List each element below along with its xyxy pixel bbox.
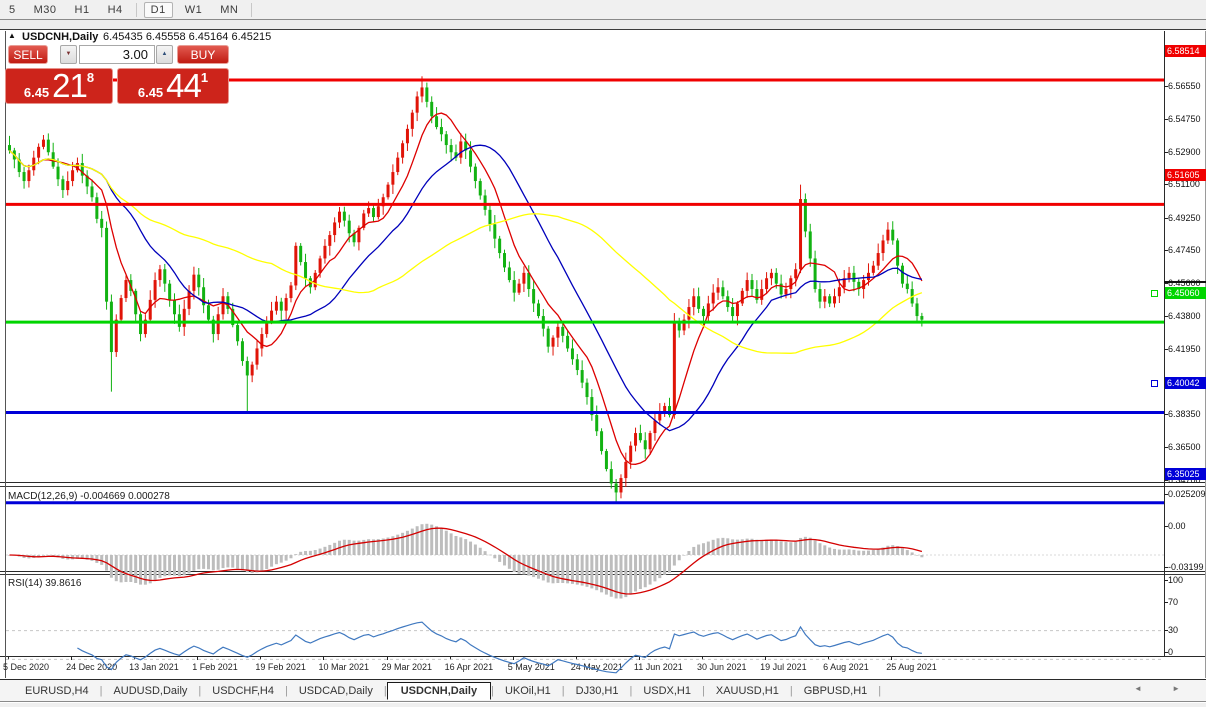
candlestick-plot[interactable]	[6, 72, 1164, 511]
tab-audusd-daily[interactable]: AUDUSD,Daily	[102, 683, 198, 699]
price-tick-label: 6.56550	[1168, 82, 1206, 91]
rsi-plot[interactable]	[6, 604, 1164, 684]
tab-usdchf-h4[interactable]: USDCHF,H4	[201, 683, 285, 699]
timeframe-button-w1[interactable]: W1	[179, 3, 209, 17]
volume-increase-button[interactable]: ▲	[156, 45, 173, 64]
price-tick-label: 6.43800	[1168, 312, 1206, 321]
buy-price-pips: 44	[166, 72, 201, 100]
timeframe-toolbar: 5 M30 H1 H4 D1 W1 MN	[0, 0, 1206, 20]
toolbar-separator	[136, 3, 137, 17]
price-tick-label: 6.52900	[1168, 148, 1206, 157]
price-tick-label: 6.51100	[1168, 180, 1206, 189]
chart-tab-bar: EURUSD,H4|AUDUSD,Daily|USDCHF,H4|USDCAD,…	[0, 679, 1206, 702]
timeframe-button-d1[interactable]: D1	[144, 2, 173, 18]
tab-gbpusd-h1[interactable]: GBPUSD,H1	[793, 683, 879, 699]
price-line-label: 6.40042	[1165, 377, 1206, 389]
rsi-axis-label: 100	[1168, 576, 1206, 585]
chart-symbol-title: USDCNH,Daily	[22, 31, 98, 43]
one-click-trading-panel: SELL ▼ 3.00 ▲ BUY 6.45 21 8 6.45 44 1	[5, 45, 230, 107]
toolbar-separator	[251, 3, 252, 17]
buy-price-point: 1	[201, 70, 208, 85]
timeframe-button-h4[interactable]: H4	[102, 3, 129, 17]
volume-input[interactable]: 3.00	[79, 45, 155, 64]
tab-usdcad-daily[interactable]: USDCAD,Daily	[288, 683, 384, 699]
price-tick-label: 6.54750	[1168, 115, 1206, 124]
toolbar-gap	[0, 20, 1206, 29]
macd-plot[interactable]	[6, 516, 1164, 599]
tab-usdx-h1[interactable]: USDX,H1	[632, 683, 702, 699]
price-tick-label: 6.49250	[1168, 214, 1206, 223]
sell-price-display[interactable]: 6.45 21 8	[5, 68, 113, 104]
timeframe-button-m30[interactable]: M30	[28, 3, 63, 17]
macd-axis-label: 0.025209	[1168, 490, 1206, 499]
price-line-label: 6.51605	[1165, 169, 1206, 181]
price-axis-line	[1164, 31, 1165, 657]
chart-title-row: USDCNH,Daily 6.45435 6.45558 6.45164 6.4…	[0, 31, 1100, 44]
sell-price-prefix: 6.45	[24, 85, 49, 100]
bid-price-marker	[1164, 281, 1206, 283]
sell-price-point: 8	[87, 70, 94, 85]
macd-axis-label: 0.00	[1168, 522, 1206, 531]
buy-price-prefix: 6.45	[138, 85, 163, 100]
price-tick-label: 6.47450	[1168, 246, 1206, 255]
chart-window-usdcnh: ▲ USDCNH,Daily 6.45435 6.45558 6.45164 6…	[0, 29, 1206, 679]
price-line-label: 6.35025	[1165, 468, 1206, 480]
window-edge	[0, 703, 1206, 707]
tab-ukoil-h1[interactable]: UKOil,H1	[494, 683, 562, 699]
timeframe-button-mn[interactable]: MN	[214, 3, 244, 17]
buy-price-display[interactable]: 6.45 44 1	[117, 68, 229, 104]
tab-usdcnh-daily[interactable]: USDCNH,Daily	[387, 682, 491, 700]
timeframe-button-5[interactable]: 5	[3, 3, 22, 17]
macd-axis-label: -0.03199	[1168, 563, 1206, 572]
rsi-axis-label: 0	[1168, 648, 1206, 657]
price-tick-label: 6.41950	[1168, 345, 1206, 354]
rsi-axis-label: 30	[1168, 626, 1206, 635]
tab-xauusd-h1[interactable]: XAUUSD,H1	[705, 683, 790, 699]
sell-price-pips: 21	[52, 72, 87, 100]
tab-separator: |	[878, 685, 881, 697]
price-line-label: 6.45060	[1165, 287, 1206, 299]
rsi-axis-label: 70	[1168, 598, 1206, 607]
tab-dj30-h1[interactable]: DJ30,H1	[565, 683, 630, 699]
tab-scroll-arrows[interactable]: ◄ ►	[1134, 684, 1194, 693]
price-line-label: 6.58514	[1165, 45, 1206, 57]
chart-ohlc-values: 6.45435 6.45558 6.45164 6.45215	[103, 31, 271, 43]
buy-button[interactable]: BUY	[177, 45, 229, 64]
volume-decrease-button[interactable]: ▼	[60, 45, 77, 64]
sell-button[interactable]: SELL	[8, 45, 48, 64]
tab-eurusd-h4[interactable]: EURUSD,H4	[14, 683, 100, 699]
mt4-terminal: 5 M30 H1 H4 D1 W1 MN ▲ USDCNH,Daily 6.45435 6.…	[0, 0, 1206, 707]
price-tick-label: 6.36500	[1168, 443, 1206, 452]
timeframe-button-h1[interactable]: H1	[69, 3, 96, 17]
price-tick-label: 6.38350	[1168, 410, 1206, 419]
